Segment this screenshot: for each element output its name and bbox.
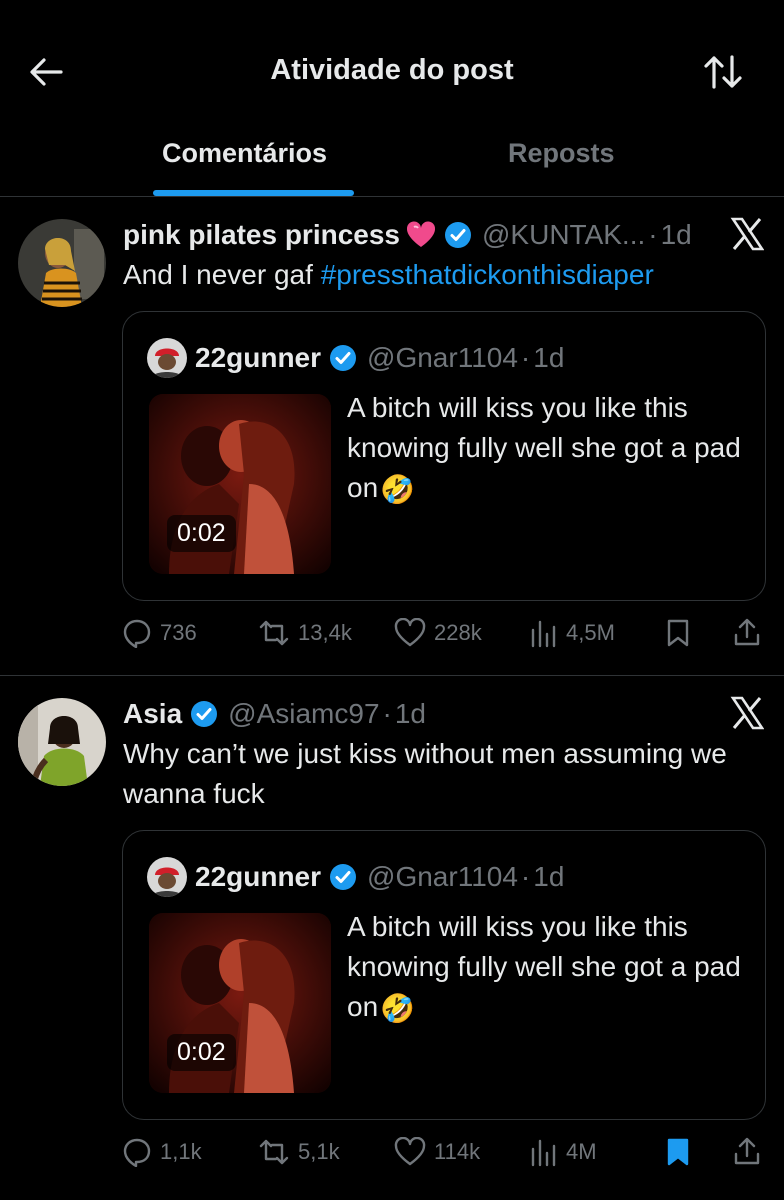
tweet-header: Asia @Asiamc97 · 1d xyxy=(123,694,766,734)
verified-badge xyxy=(329,344,357,372)
user-handle[interactable]: @KUNTAK... xyxy=(482,219,645,251)
share-button[interactable] xyxy=(732,1132,770,1172)
hashtag-link[interactable]: #pressthatdickonthisdiaper xyxy=(321,259,654,290)
like-button[interactable]: 114k xyxy=(394,1132,480,1172)
quoted-tweet-header: 22gunner @Gnar1104 · 1d xyxy=(147,336,564,380)
views-button[interactable]: 4M xyxy=(530,1132,597,1172)
pink-heart-icon xyxy=(406,221,436,247)
tweet-item[interactable]: Asia @Asiamc97 · 1d Why can’t we just ki… xyxy=(0,676,784,1200)
reply-icon xyxy=(123,1138,151,1167)
like-count: 114k xyxy=(434,1139,481,1164)
separator-dot: · xyxy=(648,219,658,250)
share-button[interactable] xyxy=(732,613,770,653)
verified-badge xyxy=(329,863,357,891)
active-tab-indicator xyxy=(153,190,354,196)
x-logo-icon xyxy=(730,217,765,251)
rofl-emoji: 🤣 xyxy=(380,473,416,505)
bookmark-button[interactable] xyxy=(664,613,700,653)
verified-icon xyxy=(330,345,357,371)
reply-count: 736 xyxy=(160,620,197,645)
heart-outline-icon xyxy=(394,618,426,647)
views-count: 4M xyxy=(566,1139,597,1164)
quoted-display-name: 22gunner xyxy=(195,342,322,373)
verified-badge xyxy=(444,221,472,249)
separator-dot: · xyxy=(520,861,531,892)
timestamp[interactable]: 1d xyxy=(661,219,692,251)
heart-emoji xyxy=(406,221,436,249)
display-name[interactable]: pink pilates princess xyxy=(123,219,400,251)
verified-icon xyxy=(445,222,471,248)
reply-button[interactable]: 736 xyxy=(122,613,197,653)
reply-count: 1,1k xyxy=(160,1139,202,1164)
tab-comments[interactable]: Comentários xyxy=(162,138,327,169)
quoted-timestamp: 1d xyxy=(533,861,565,892)
like-button[interactable]: 228k xyxy=(394,613,482,653)
video-thumbnail[interactable]: 0:02 xyxy=(149,913,331,1093)
views-button[interactable]: 4,5M xyxy=(530,613,615,653)
x-logo-icon xyxy=(730,696,765,730)
reply-button[interactable]: 1,1k xyxy=(122,1132,202,1172)
quoted-avatar xyxy=(147,857,187,897)
sort-arrows-icon xyxy=(704,55,742,89)
top-bar: Atividade do post xyxy=(0,0,784,140)
action-bar: 736 13,4k 228k 4,5M xyxy=(122,613,766,653)
tweet-item[interactable]: pink pilates princess @KUNTAK... · 1d An… xyxy=(0,197,784,676)
quoted-tweet[interactable]: 22gunner @Gnar1104 · 1d 0:02 A bitch wil… xyxy=(122,830,766,1120)
avatar[interactable] xyxy=(18,698,106,786)
verified-icon xyxy=(330,864,357,890)
share-icon xyxy=(734,1137,760,1165)
heart-outline-icon xyxy=(394,1137,426,1166)
action-bar: 1,1k 5,1k 114k 4M xyxy=(122,1132,766,1172)
repost-count: 5,1k xyxy=(298,1139,340,1164)
quoted-display-name: 22gunner xyxy=(195,861,322,892)
bookmark-button[interactable] xyxy=(664,1132,700,1172)
video-duration: 0:02 xyxy=(167,1034,236,1071)
verified-badge xyxy=(190,700,218,728)
tweet-text: Why can’t we just kiss without men assum… xyxy=(123,738,727,809)
views-count: 4,5M xyxy=(566,620,615,645)
like-count: 228k xyxy=(434,620,482,645)
quoted-tweet-text: A bitch will kiss you like this knowing … xyxy=(347,388,745,510)
quoted-tweet-text: A bitch will kiss you like this knowing … xyxy=(347,907,745,1029)
repost-icon xyxy=(259,1139,289,1165)
tab-bar: Comentários Reposts xyxy=(0,128,784,197)
quoted-handle: @Gnar1104 xyxy=(367,861,518,892)
rofl-emoji: 🤣 xyxy=(380,992,416,1024)
repost-button[interactable]: 5,1k xyxy=(258,1132,340,1172)
quoted-tweet-header: 22gunner @Gnar1104 · 1d xyxy=(147,855,564,899)
views-chart-icon xyxy=(531,1139,556,1167)
sort-button[interactable] xyxy=(698,50,748,94)
repost-icon xyxy=(259,620,289,646)
bookmark-filled-icon xyxy=(667,1138,689,1166)
bookmark-icon xyxy=(667,619,689,647)
separator-dot: · xyxy=(382,698,392,729)
quoted-handle: @Gnar1104 xyxy=(367,342,518,373)
reply-icon xyxy=(123,619,151,648)
tweet-text: And I never gaf #pressthatdickonthisdiap… xyxy=(123,255,754,295)
tweet-text-content: And I never gaf xyxy=(123,259,321,290)
video-thumbnail[interactable]: 0:02 xyxy=(149,394,331,574)
quoted-tweet[interactable]: 22gunner @Gnar1104 · 1d 0:02 A bitch wil… xyxy=(122,311,766,601)
quoted-avatar xyxy=(147,338,187,378)
tweet-header: pink pilates princess @KUNTAK... · 1d xyxy=(123,215,766,255)
video-duration: 0:02 xyxy=(167,515,236,552)
user-handle[interactable]: @Asiamc97 xyxy=(228,698,379,730)
quoted-timestamp: 1d xyxy=(533,342,565,373)
repost-button[interactable]: 13,4k xyxy=(258,613,352,653)
separator-dot: · xyxy=(520,342,531,373)
page-title: Atividade do post xyxy=(270,54,514,86)
share-icon xyxy=(734,618,760,646)
repost-count: 13,4k xyxy=(298,620,352,645)
display-name[interactable]: Asia xyxy=(123,698,182,730)
verified-icon xyxy=(191,701,218,727)
timestamp[interactable]: 1d xyxy=(395,698,426,730)
avatar[interactable] xyxy=(18,219,106,307)
views-chart-icon xyxy=(531,620,556,648)
tab-reposts[interactable]: Reposts xyxy=(508,138,615,169)
